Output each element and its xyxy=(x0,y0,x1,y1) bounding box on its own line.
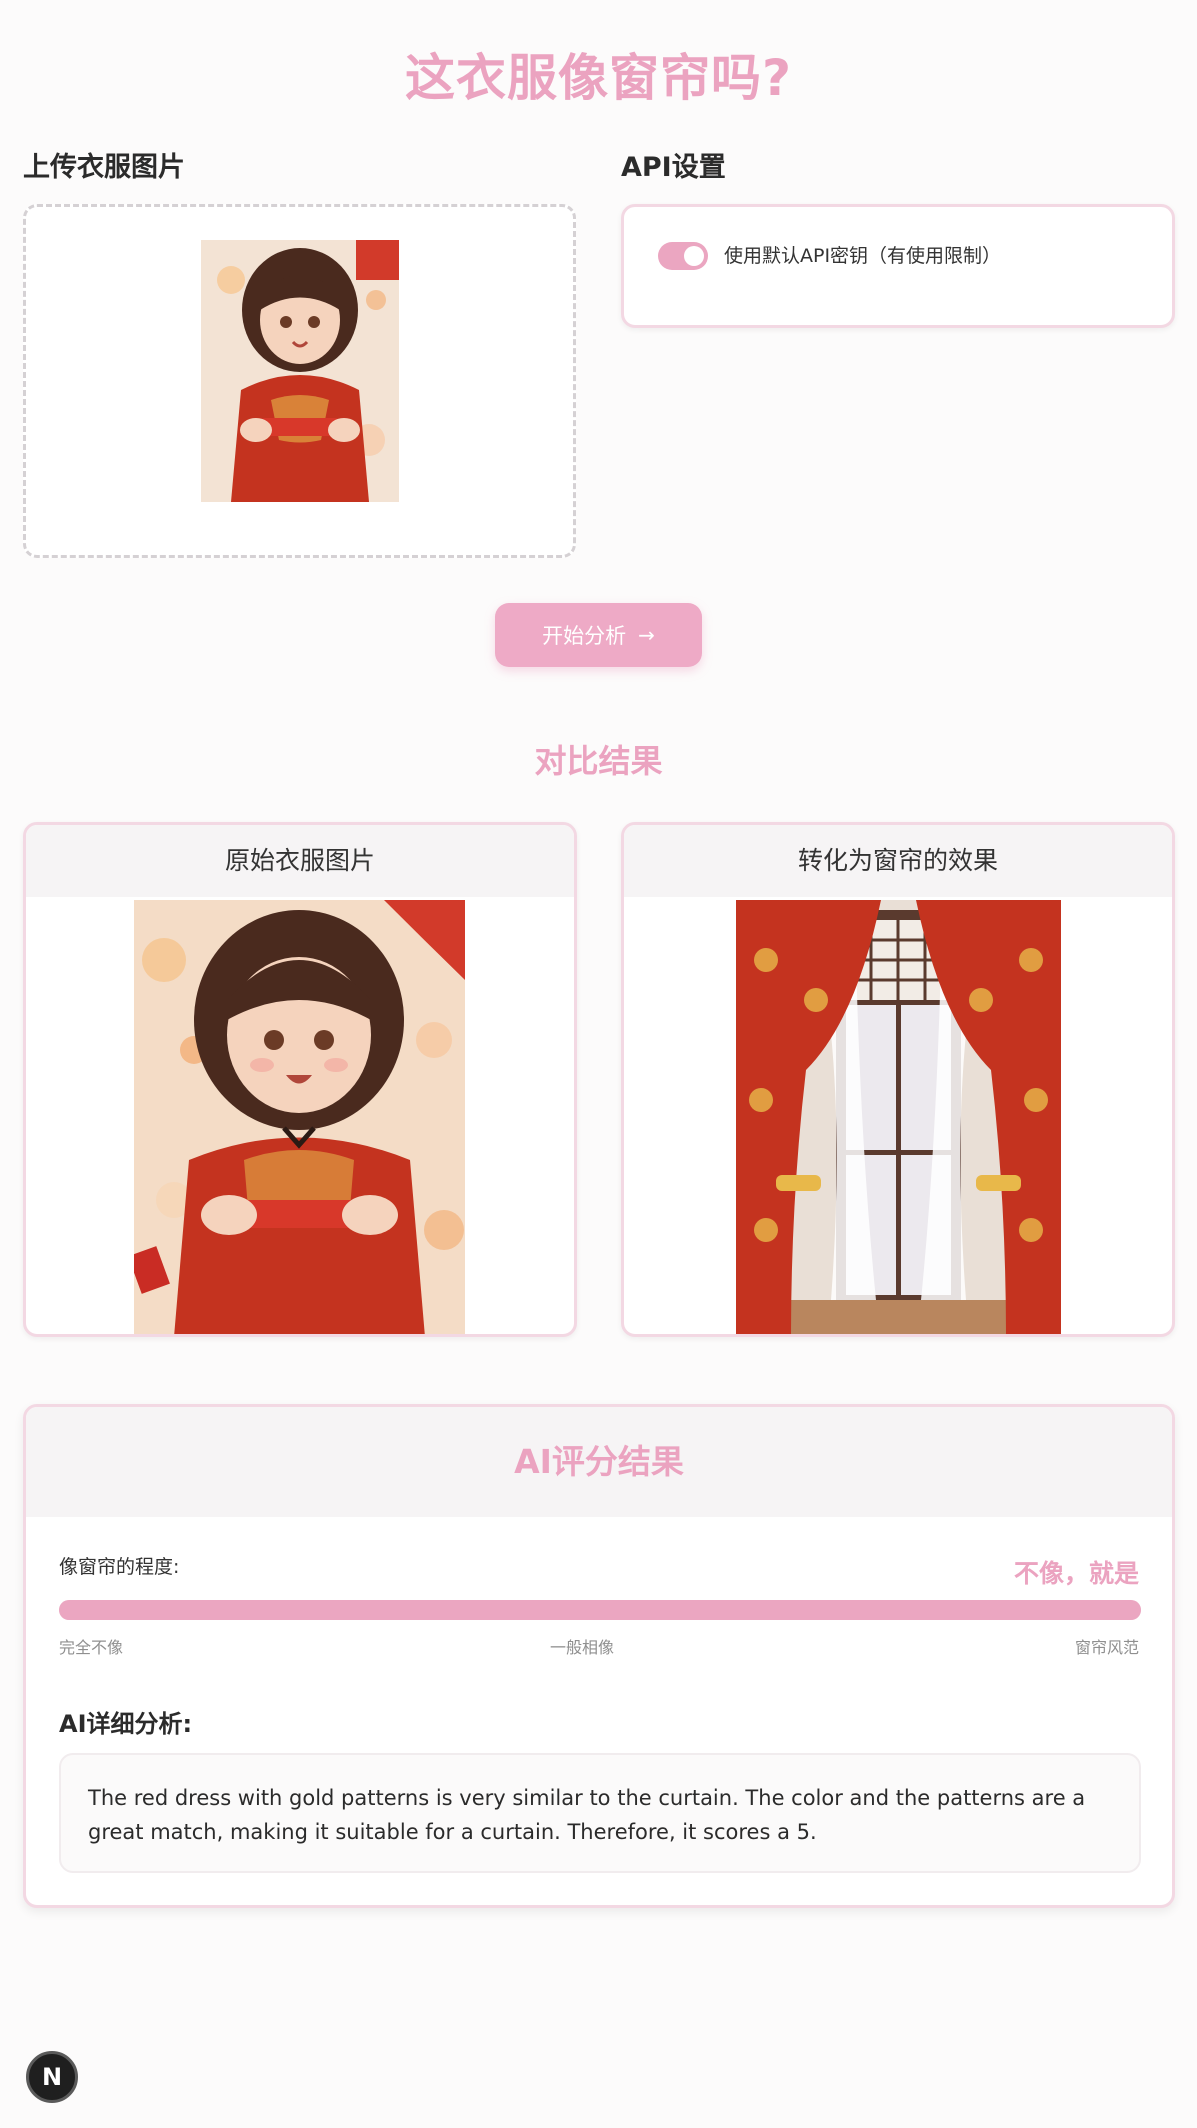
uploaded-dress-thumbnail xyxy=(201,240,399,502)
ai-detail-title: AI详细分析: xyxy=(59,1710,193,1738)
upload-heading: 上传衣服图片 xyxy=(23,152,185,183)
api-settings-panel: 使用默认API密钥（有使用限制） xyxy=(621,204,1175,328)
start-analysis-label: 开始分析 xyxy=(542,624,627,648)
page: 这衣服像窗帘吗? 上传衣服图片 API设置 使用默认API密钥（有使用限制） 开… xyxy=(0,0,1197,2128)
use-default-api-toggle[interactable] xyxy=(658,242,708,270)
score-progress-bar xyxy=(59,1600,1141,1620)
curtain-image-card: 转化为窗帘的效果 xyxy=(621,822,1175,1337)
arrow-right-icon: → xyxy=(638,623,655,647)
original-dress-image xyxy=(134,900,465,1334)
score-progress-fill xyxy=(59,1600,1141,1620)
use-default-api-label: 使用默认API密钥（有使用限制） xyxy=(724,245,1002,267)
scale-low-label: 完全不像 xyxy=(59,1638,124,1657)
api-settings-heading: API设置 xyxy=(621,152,726,183)
toggle-knob xyxy=(684,246,704,266)
score-verdict: 不像，就是 xyxy=(1013,1559,1139,1588)
n-logo-icon[interactable]: N xyxy=(26,2051,78,2103)
scale-high-label: 窗帘风范 xyxy=(1074,1638,1139,1657)
upload-dropzone[interactable] xyxy=(23,204,576,558)
curtain-degree-label: 像窗帘的程度: xyxy=(59,1556,180,1578)
original-image-card: 原始衣服图片 xyxy=(23,822,577,1337)
curtain-image-label: 转化为窗帘的效果 xyxy=(624,825,1172,897)
ai-score-title: AI评分结果 xyxy=(26,1407,1172,1517)
ai-detail-text: The red dress with gold patterns is very… xyxy=(59,1753,1141,1873)
page-title: 这衣服像窗帘吗? xyxy=(404,49,792,107)
curtain-effect-image xyxy=(736,900,1061,1334)
ai-score-panel: AI评分结果 像窗帘的程度: 不像，就是 完全不像 一般相像 窗帘风范 AI详细… xyxy=(23,1404,1175,1908)
original-image-label: 原始衣服图片 xyxy=(26,825,574,897)
start-analysis-button[interactable]: 开始分析 → xyxy=(495,603,702,667)
scale-mid-label: 一般相像 xyxy=(550,1638,615,1657)
comparison-title: 对比结果 xyxy=(534,742,663,780)
